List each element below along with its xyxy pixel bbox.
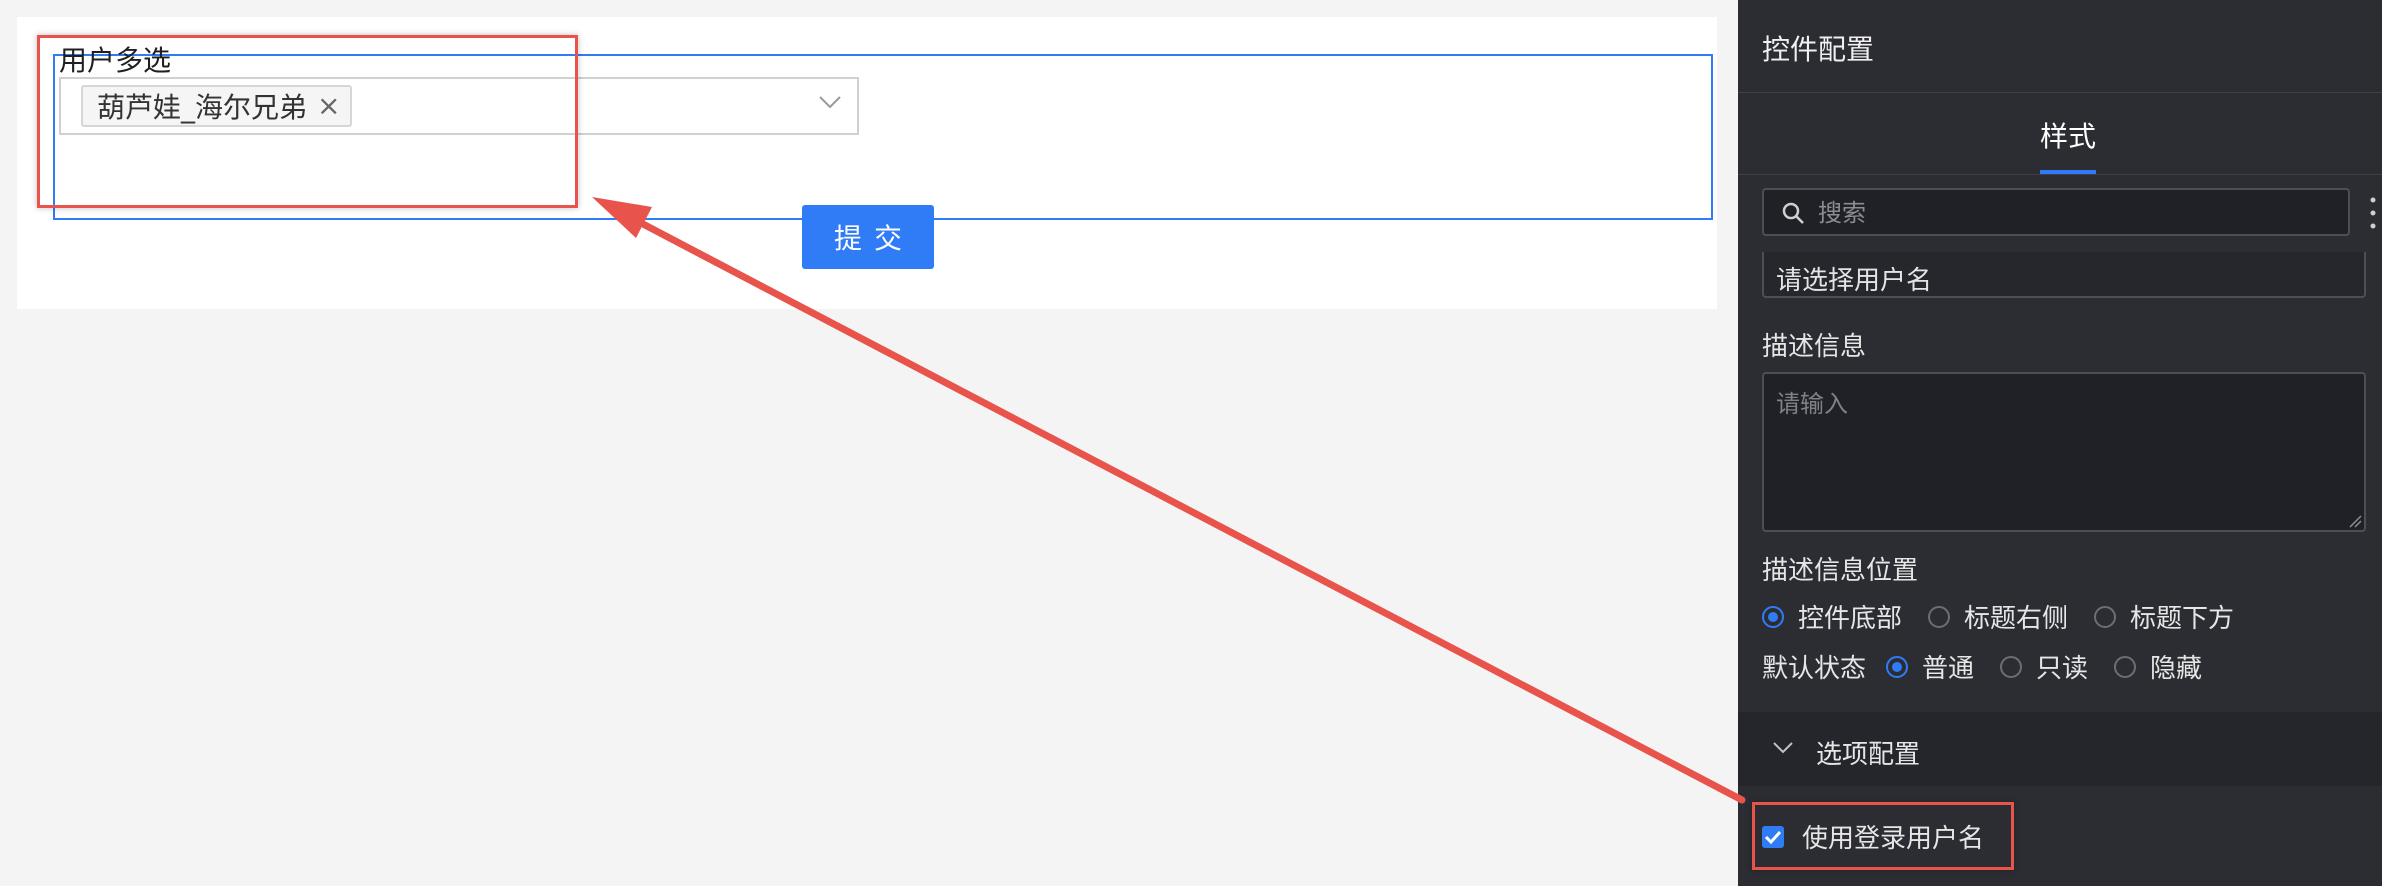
section-title: 选项配置 <box>1816 740 1921 770</box>
default-state-label: 默认状态 <box>1762 654 1867 684</box>
radio-option[interactable]: 标题右侧 <box>1928 598 2068 635</box>
description-label: 描述信息 <box>1762 332 1867 362</box>
radio-label: 普通 <box>1922 654 1975 684</box>
placeholder-value-field[interactable]: 请选择用户名 <box>1762 252 2366 298</box>
radio-label: 隐藏 <box>2150 654 2203 684</box>
radio-button[interactable] <box>1762 605 1784 628</box>
radio-button[interactable] <box>1886 655 1909 678</box>
description-textarea[interactable] <box>1762 372 2366 532</box>
radio-button[interactable] <box>2094 605 2117 628</box>
radio-option[interactable]: 只读 <box>2000 648 2088 685</box>
divider <box>1738 92 2382 93</box>
radio-label: 只读 <box>2036 654 2089 684</box>
search-box <box>1762 188 2350 236</box>
description-position-radio-group: 控件底部 标题右侧 标题下方 <box>1762 598 2260 635</box>
radio-option[interactable]: 普通 <box>1886 648 1974 685</box>
default-state-radio-group: 默认状态 普通 只读 隐藏 <box>1762 648 2228 685</box>
divider <box>1738 174 2382 175</box>
annotation-highlight-box <box>1752 802 2014 870</box>
control-config-panel: 控件配置 样式 请选择用户名 描述信息 描述信息位置 控件底部 标题右侧 <box>1738 0 2382 886</box>
radio-button[interactable] <box>2000 655 2023 678</box>
radio-option[interactable]: 隐藏 <box>2114 648 2202 685</box>
radio-label: 标题右侧 <box>1964 604 2069 634</box>
radio-option[interactable]: 标题下方 <box>2094 598 2234 635</box>
submit-button[interactable]: 提交 <box>802 205 934 269</box>
more-vertical-icon[interactable] <box>2370 194 2376 232</box>
search-input[interactable] <box>1816 196 2330 230</box>
description-position-label: 描述信息位置 <box>1762 556 1919 586</box>
tab-style[interactable]: 样式 <box>2040 115 2096 155</box>
chevron-down-icon <box>1773 742 1793 754</box>
option-config-section-header[interactable]: 选项配置 <box>1738 712 2382 786</box>
search-icon <box>1782 202 1804 224</box>
annotation-highlight-box <box>37 35 578 208</box>
radio-option[interactable]: 控件底部 <box>1762 598 1902 635</box>
chevron-down-icon[interactable] <box>817 89 843 115</box>
radio-label: 标题下方 <box>2130 604 2235 634</box>
panel-title: 控件配置 <box>1762 33 1875 66</box>
radio-button[interactable] <box>2114 655 2137 678</box>
radio-button[interactable] <box>1928 605 1951 628</box>
resize-grip-icon[interactable] <box>2346 512 2362 528</box>
radio-label: 控件底部 <box>1798 604 1903 634</box>
